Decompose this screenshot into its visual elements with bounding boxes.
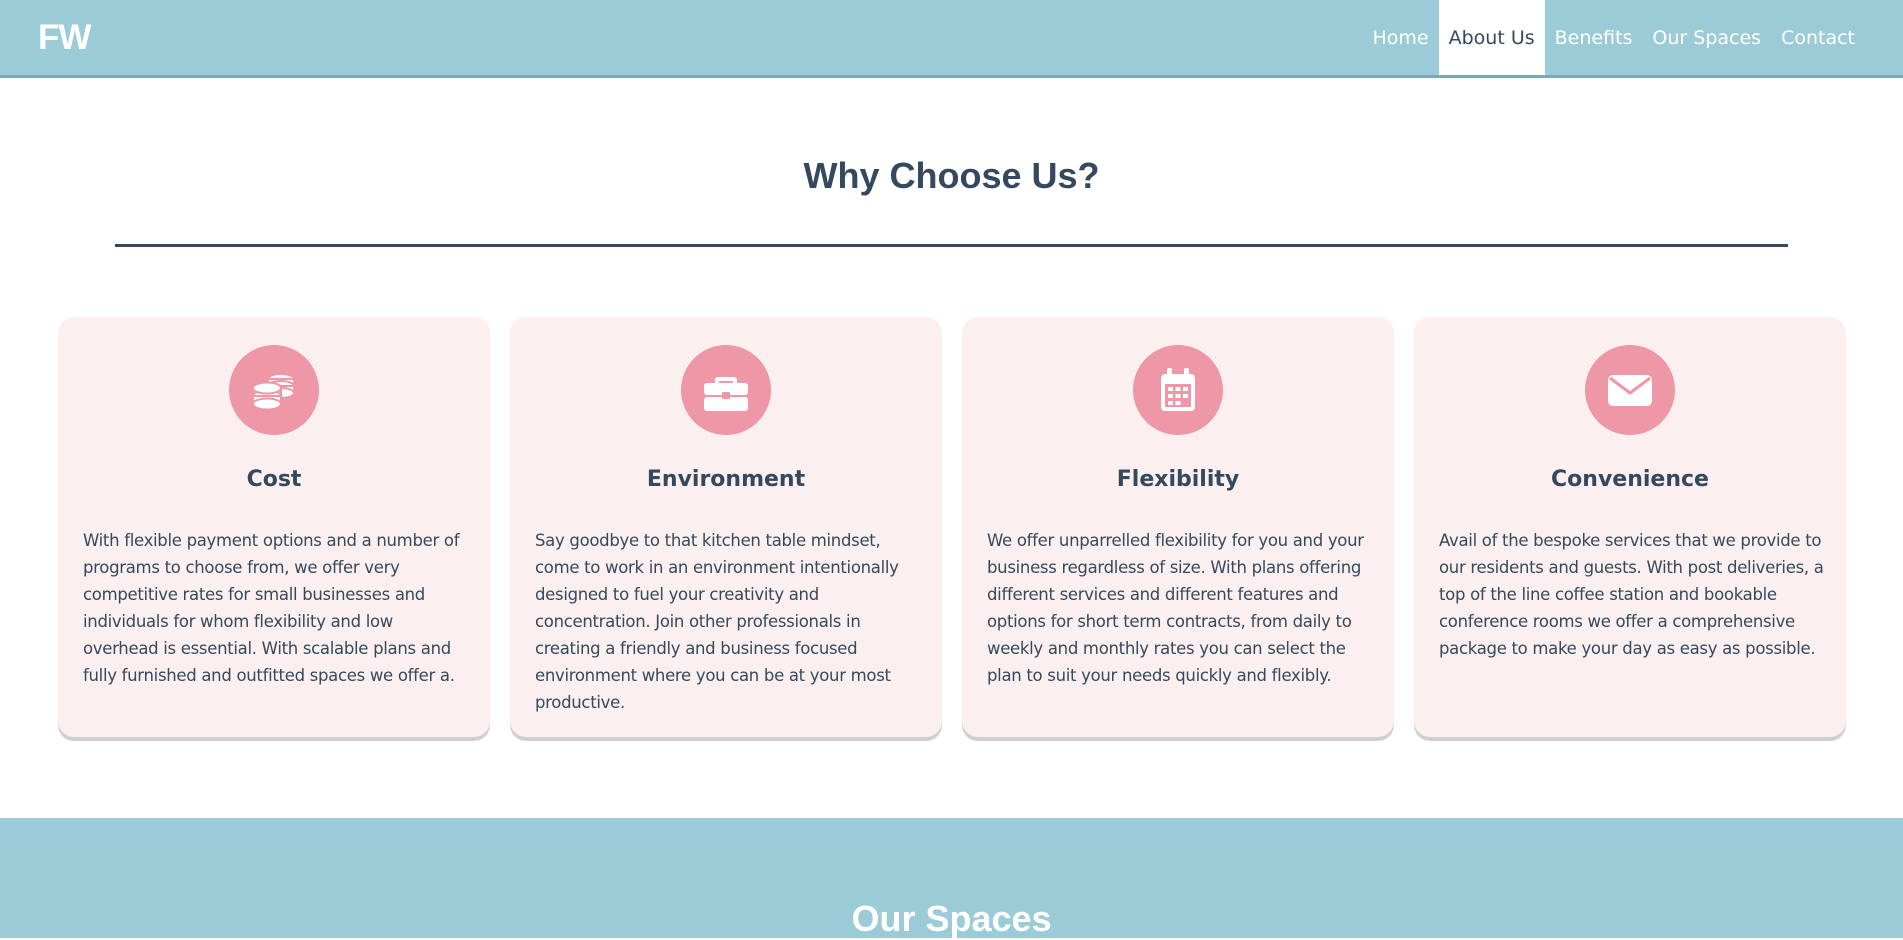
logo[interactable]: FW (38, 18, 91, 58)
nav-about-us[interactable]: About Us (1438, 0, 1545, 75)
section-divider (115, 244, 1788, 247)
main-nav: Home About Us Benefits Our Spaces Contac… (1363, 0, 1866, 75)
envelope-icon (1585, 345, 1675, 435)
card-text: Say goodbye to that kitchen table mindse… (535, 531, 899, 712)
card-title: Flexibility (1116, 467, 1240, 492)
our-spaces-title: Our Spaces (851, 898, 1052, 939)
card-text: We offer unparrelled flexibility for you… (987, 531, 1364, 685)
section-title: Why Choose Us? (803, 155, 1100, 196)
nav-contact[interactable]: Contact (1771, 0, 1865, 75)
benefit-card-cost: Cost With flexible payment options and a… (58, 317, 490, 737)
nav-our-spaces[interactable]: Our Spaces (1642, 0, 1771, 75)
briefcase-icon (681, 345, 771, 435)
card-text: Avail of the bespoke services that we pr… (1439, 531, 1824, 658)
calendar-icon (1133, 345, 1223, 435)
card-text: With flexible payment options and a numb… (83, 531, 460, 685)
coins-icon (229, 345, 319, 435)
card-title: Cost (246, 467, 302, 492)
benefit-card-flexibility: Flexibility We offer unparrelled flexibi… (962, 317, 1394, 737)
nav-benefits[interactable]: Benefits (1545, 0, 1643, 75)
benefit-card-environment: Environment Say goodbye to that kitchen … (510, 317, 942, 737)
card-title: Environment (646, 467, 806, 492)
our-spaces-section: Our Spaces (0, 818, 1903, 939)
card-title: Convenience (1551, 467, 1709, 492)
benefit-card-convenience: Convenience Avail of the bespoke service… (1414, 317, 1846, 737)
nav-home[interactable]: Home (1363, 0, 1439, 75)
navbar: FW Home About Us Benefits Our Spaces Con… (0, 0, 1903, 78)
